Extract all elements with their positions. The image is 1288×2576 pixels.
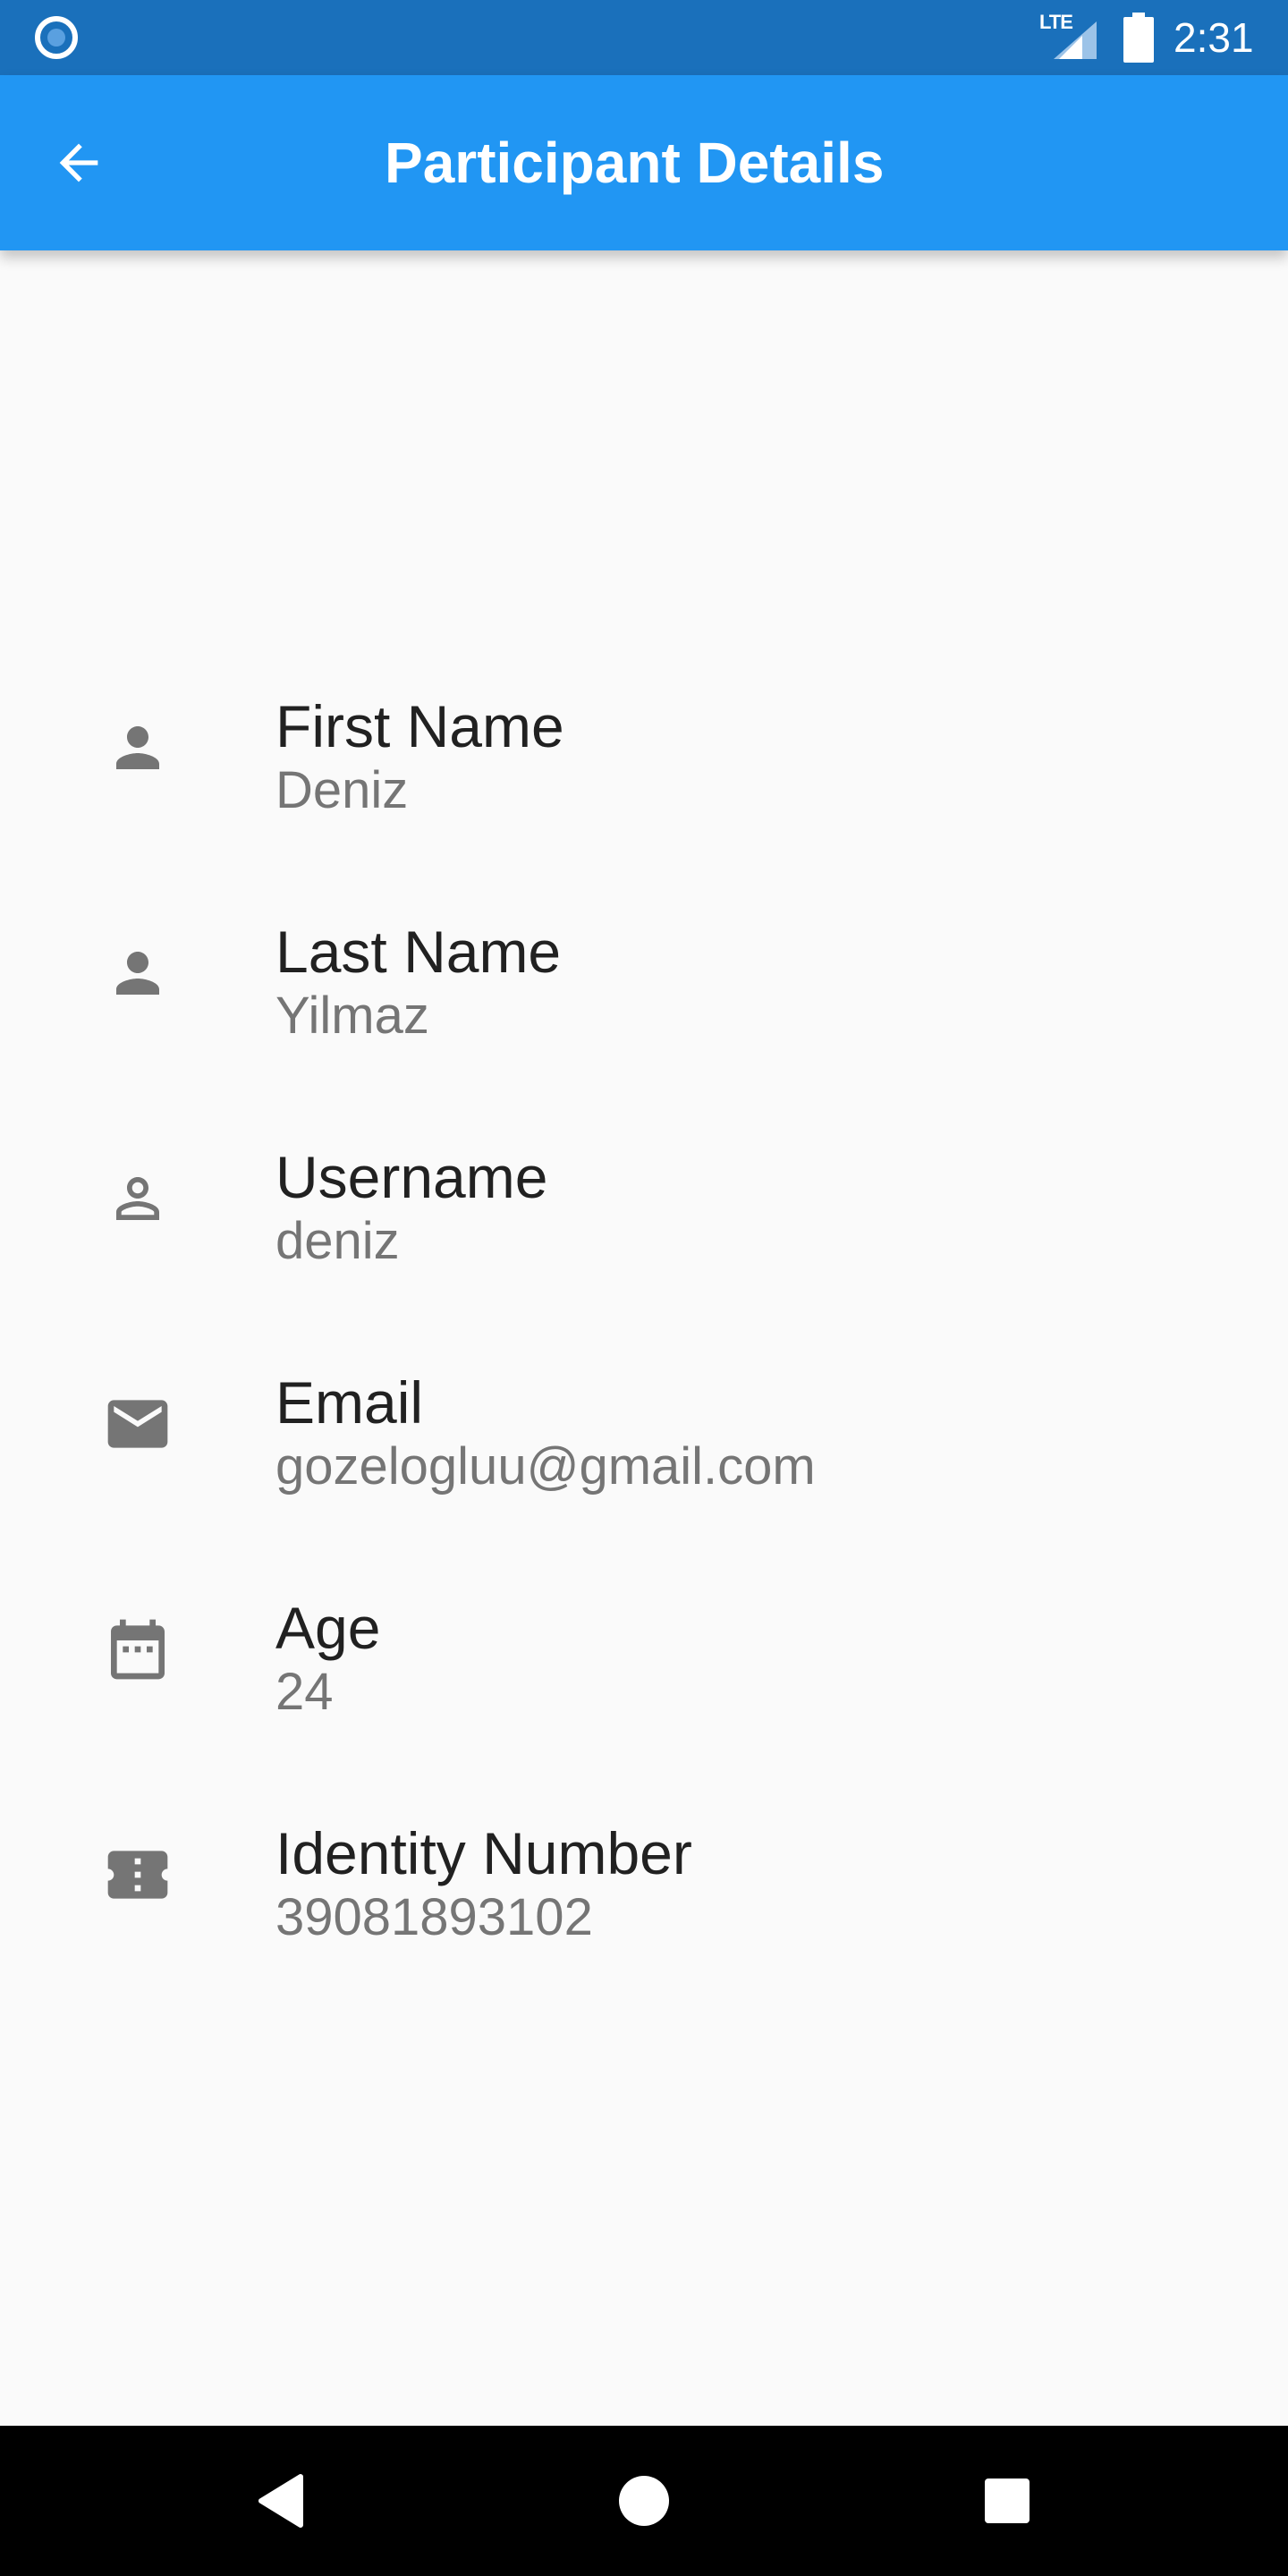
item-label: First Name [275, 693, 564, 759]
calendar-icon [102, 1614, 174, 1685]
list-item-last-name: Last Name Yilmaz [0, 900, 1288, 1125]
list-item-first-name: First Name Deniz [0, 674, 1288, 900]
item-value: deniz [275, 1212, 400, 1270]
nav-home-icon [619, 2476, 669, 2526]
nav-home-button[interactable] [608, 2465, 680, 2537]
item-label: Last Name [275, 919, 562, 985]
item-label: Age [275, 1595, 381, 1661]
item-label: Username [275, 1144, 548, 1210]
clock: 2:31 [1174, 14, 1254, 61]
content-area: First Name Deniz Last Name Yilmaz Userna… [0, 250, 1288, 2426]
item-value: Yilmaz [275, 987, 429, 1045]
system-navigation-bar [0, 2426, 1288, 2576]
list-item-email: Email gozelogluu@gmail.com [0, 1351, 1288, 1576]
network-type-label: LTE [1039, 11, 1073, 33]
nav-recents-icon [985, 2479, 1030, 2523]
item-value: gozelogluu@gmail.com [275, 1437, 816, 1496]
ticket-icon [102, 1839, 174, 1911]
detail-list: First Name Deniz Last Name Yilmaz Userna… [0, 674, 1288, 2027]
nav-back-button[interactable] [245, 2465, 317, 2537]
person-outline-icon [102, 1163, 174, 1234]
list-item-username: Username deniz [0, 1125, 1288, 1351]
list-item-age: Age 24 [0, 1576, 1288, 1801]
nav-recents-button[interactable] [971, 2465, 1043, 2537]
battery-icon [1123, 13, 1154, 63]
item-label: Identity Number [275, 1820, 692, 1886]
arrow-back-icon [59, 143, 98, 182]
page-title: Participant Details [385, 131, 885, 195]
list-item-identity-number: Identity Number 39081893102 [0, 1801, 1288, 2027]
nav-back-icon [258, 2474, 303, 2528]
item-value: Deniz [275, 761, 409, 819]
person-icon [102, 712, 174, 784]
app-bar: Participant Details [0, 75, 1288, 250]
email-icon [102, 1388, 174, 1460]
notification-record-icon [35, 16, 78, 59]
item-label: Email [275, 1369, 424, 1436]
person-icon [102, 937, 174, 1009]
item-value: 24 [275, 1663, 334, 1721]
back-button[interactable] [43, 127, 114, 199]
item-value: 39081893102 [275, 1888, 593, 1946]
status-bar: LTE 2:31 [0, 0, 1288, 75]
